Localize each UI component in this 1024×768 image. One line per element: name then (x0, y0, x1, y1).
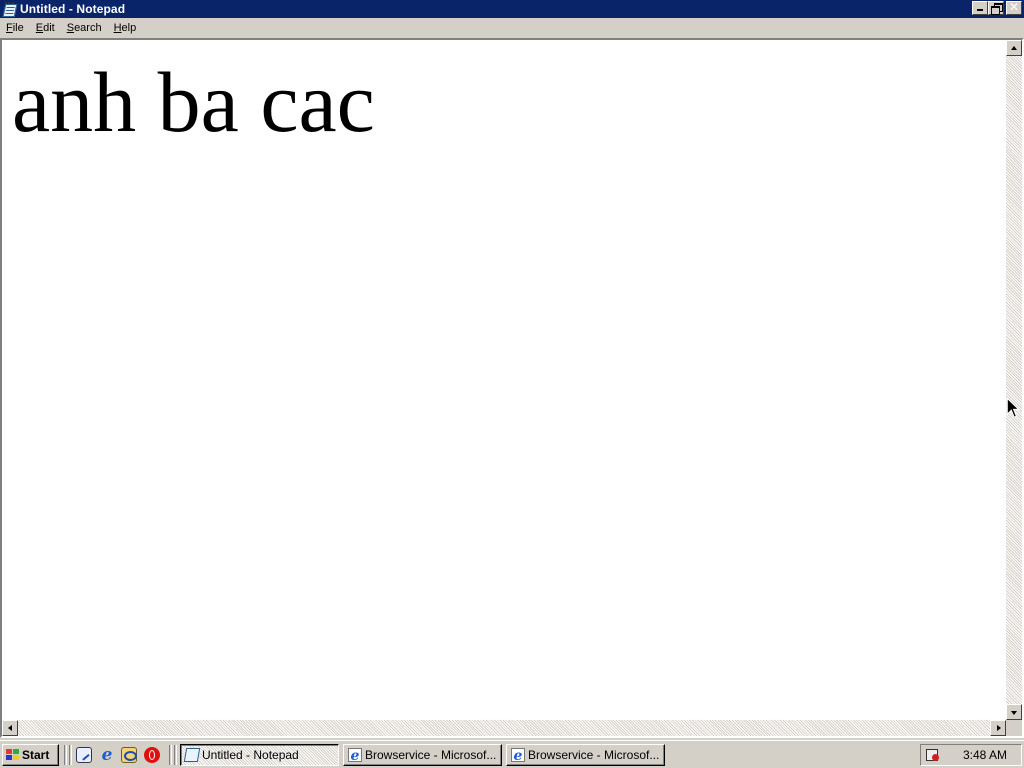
internet-explorer-icon[interactable]: e (99, 747, 115, 764)
restore-button[interactable] (988, 1, 1004, 15)
menu-bar: File Edit Search Help (0, 19, 1024, 38)
close-icon: ✕ (1008, 0, 1020, 14)
internet-explorer-icon: e (511, 748, 525, 763)
editor-content[interactable]: anh ba cac (12, 52, 375, 152)
start-button[interactable]: Start (2, 744, 59, 766)
scroll-left-button[interactable] (2, 720, 18, 736)
window-title: Untitled - Notepad (20, 2, 126, 16)
menu-edit[interactable]: Edit (30, 20, 61, 37)
system-tray: 3:48 AM (920, 744, 1022, 766)
quick-launch-grip[interactable] (69, 745, 72, 765)
menu-search[interactable]: Search (61, 20, 108, 37)
arrow-right-icon (997, 725, 1001, 731)
clock[interactable]: 3:48 AM (963, 748, 1007, 762)
task-label: Untitled - Notepad (202, 748, 299, 762)
scroll-right-button[interactable] (990, 720, 1006, 736)
taskbar-button-browservice[interactable]: e Browservice - Microsof... (343, 744, 502, 766)
horizontal-scrollbar[interactable] (2, 720, 1006, 736)
notepad-icon[interactable] (2, 2, 18, 17)
taskbar-button-notepad[interactable]: Untitled - Notepad (180, 744, 339, 766)
window-controls: ✕ (972, 0, 1022, 15)
size-grip[interactable] (1006, 720, 1022, 736)
start-label: Start (22, 748, 50, 762)
taskbar: Start e Untitled - Notepad e Browservice… (0, 740, 1024, 768)
mouse-pointer-icon (1006, 397, 1020, 419)
minimize-icon (977, 9, 983, 11)
arrow-left-icon (8, 725, 12, 731)
scroll-down-button[interactable] (1006, 704, 1022, 720)
show-desktop-icon[interactable] (76, 747, 92, 763)
scheduler-icon[interactable] (925, 748, 941, 762)
internet-explorer-icon: e (348, 748, 362, 763)
vertical-scrollbar[interactable] (1006, 40, 1022, 720)
toolbar-separator (64, 745, 67, 765)
arrow-up-icon (1011, 46, 1017, 50)
task-label: Browservice - Microsof... (365, 748, 497, 762)
windows-logo-icon (6, 749, 20, 761)
notepad-icon (183, 748, 201, 762)
toolbar-separator (169, 745, 172, 765)
close-button[interactable]: ✕ (1006, 0, 1022, 15)
task-label: Browservice - Microsof... (528, 748, 660, 762)
taskbar-button-browservice[interactable]: e Browservice - Microsof... (506, 744, 665, 766)
menu-file[interactable]: File (0, 20, 30, 37)
opera-icon[interactable] (144, 747, 160, 763)
menu-help[interactable]: Help (108, 20, 143, 37)
task-band-grip[interactable] (174, 745, 177, 765)
outlook-express-icon[interactable] (121, 747, 137, 763)
minimize-button[interactable] (972, 1, 988, 15)
scroll-up-button[interactable] (1006, 40, 1022, 56)
title-bar[interactable]: Untitled - Notepad ✕ (0, 0, 1024, 18)
text-editor[interactable]: anh ba cac (2, 40, 1006, 720)
arrow-down-icon (1011, 711, 1017, 715)
editor-frame: anh ba cac (0, 38, 1024, 738)
